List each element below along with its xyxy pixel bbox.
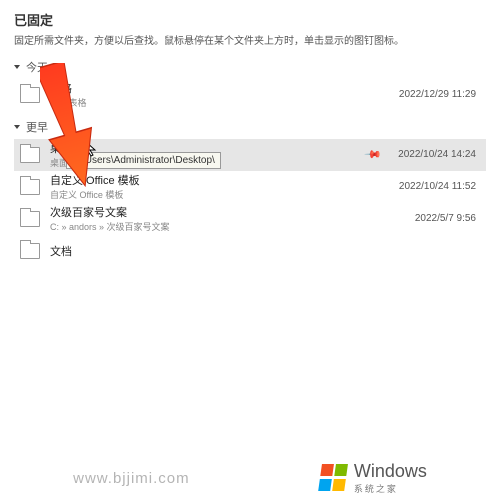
watermark-url: www.bjjimi.com [73,470,190,487]
folder-icon [20,179,40,195]
group-label-today: 今天 [26,59,48,75]
list-item[interactable]: 次级百家号文案 C: » andors » 次级百家号文案 2022/5/7 9… [14,203,486,235]
item-date: 2022/10/24 14:24 [398,149,476,160]
chevron-down-icon [14,125,20,129]
item-date: 2022/12/29 11:29 [399,89,476,100]
list-item[interactable]: 自定义 Office 模板 自定义 Office 模板 2022/10/24 1… [14,171,486,203]
item-path: 自定义 Office 模板 [50,188,399,201]
folder-icon [20,87,40,103]
folder-icon [20,147,40,163]
watermark-brand: Windows 系统之家 [320,461,427,495]
folder-icon [20,211,40,227]
item-date: 2022/5/7 9:56 [415,213,476,224]
list-item[interactable]: 文档 [14,235,486,267]
group-header-today[interactable]: 今天 [14,59,486,75]
group-header-earlier[interactable]: 更早 [14,119,486,135]
watermark-bar: www.bjjimi.com Windows 系统之家 [0,456,500,500]
pinned-section-subtitle: 固定所需文件夹，方便以后查找。鼠标悬停在某个文件夹上方时，单击显示的图钉图标。 [14,32,486,47]
list-item[interactable]: 表格 E: » 表格 2022/12/29 11:29 [14,79,486,111]
item-date: 2022/10/24 11:52 [399,181,476,192]
pin-icon[interactable]: 📌 [364,145,383,164]
item-name: 文档 [50,243,486,259]
item-path: C: » andors » 次级百家号文案 [50,220,415,233]
folder-icon [20,243,40,259]
windows-logo-icon [318,464,350,492]
item-name: 次级百家号文案 [50,204,415,220]
item-name: 自定义 Office 模板 [50,172,399,188]
group-label-earlier: 更早 [26,119,48,135]
pinned-section-title: 已固定 [14,10,486,29]
path-tooltip: C:\Users\Administrator\Desktop\ [66,152,221,169]
brand-sub: 系统之家 [354,482,427,495]
chevron-down-icon [14,65,20,69]
item-path: E: » 表格 [50,96,399,109]
brand-name: Windows [354,461,427,482]
item-name: 表格 [50,80,399,96]
